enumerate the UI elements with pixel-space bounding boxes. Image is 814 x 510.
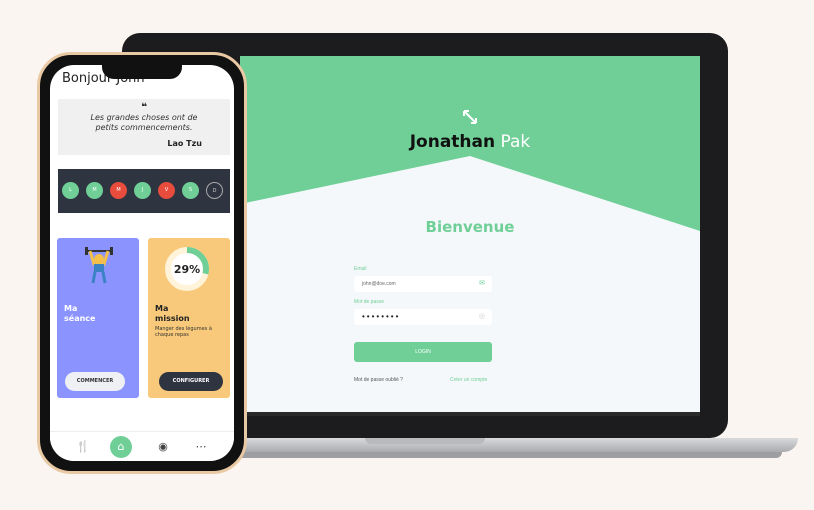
start-button[interactable]: COMMENCER <box>65 372 125 391</box>
home-icon[interactable]: ⌂ <box>110 436 132 458</box>
mail-icon: ✉ <box>479 280 485 287</box>
create-account-link[interactable]: Créer un compte <box>450 377 487 383</box>
laptop-taskbar <box>240 412 700 416</box>
cutlery-icon[interactable]: 🍴 <box>74 438 92 456</box>
day-circle[interactable]: M <box>110 182 127 199</box>
quote-author: Lao Tzu <box>167 139 202 148</box>
expand-arrows-icon <box>240 108 700 130</box>
day-circle[interactable]: V <box>158 182 175 199</box>
mission-card[interactable]: 29% Ma mission Manger des légumes à chaqu… <box>148 238 230 398</box>
phone-screen: Bonjour John ❝ Les grandes choses ont de… <box>50 65 234 461</box>
day-circle[interactable]: S <box>182 182 199 199</box>
laptop-foot <box>230 452 782 458</box>
email-field[interactable]: john@doe.com ✉ <box>354 276 492 292</box>
login-button[interactable]: LOGIN <box>354 342 492 362</box>
laptop-notch <box>365 438 485 444</box>
progress-label: 29% <box>174 263 200 276</box>
day-circle[interactable]: L <box>62 182 79 199</box>
mission-title: Ma mission <box>155 304 190 323</box>
eye-icon[interactable]: ◎ <box>479 312 485 320</box>
password-label: Mot de passe <box>354 299 385 305</box>
forgot-password-link[interactable]: Mot de passe oublié ? <box>354 377 403 383</box>
quote-text: Les grandes choses ont de petits commenc… <box>90 113 198 132</box>
day-circle[interactable]: M <box>86 182 103 199</box>
session-title: Ma séance <box>64 304 96 323</box>
weightlifter-icon <box>85 246 113 288</box>
bottom-tab-bar: 🍴 ⌂ ◉ ⋯ <box>50 431 234 461</box>
laptop-base <box>214 438 798 452</box>
brand-name: Jonathan Pak <box>409 132 531 152</box>
day-circle[interactable]: J <box>134 182 151 199</box>
password-field[interactable]: •••••••• ◎ <box>354 309 492 325</box>
progress-ring: 29% <box>164 246 210 296</box>
chat-icon[interactable]: ⋯ <box>192 438 210 456</box>
day-circle[interactable]: D <box>206 182 223 199</box>
phone-frame: Bonjour John ❝ Les grandes choses ont de… <box>37 52 247 474</box>
configure-button[interactable]: CONFIGURER <box>159 372 223 391</box>
laptop-screen: Jonathan Pak Bienvenue Email john@doe.co… <box>240 56 700 412</box>
quote-mark-icon: ❝ <box>141 102 147 113</box>
week-tracker: L M M J V S D <box>58 169 230 213</box>
profile-icon[interactable]: ◉ <box>154 438 172 456</box>
session-card[interactable]: Ma séance COMMENCER <box>57 238 139 398</box>
mission-subtitle: Manger des légumes à chaque repas <box>155 326 212 338</box>
quote-box: ❝ Les grandes choses ont de petits comme… <box>58 99 230 155</box>
phone-notch <box>102 65 182 79</box>
email-label: Email <box>354 266 367 272</box>
welcome-title: Bienvenue <box>425 218 515 236</box>
